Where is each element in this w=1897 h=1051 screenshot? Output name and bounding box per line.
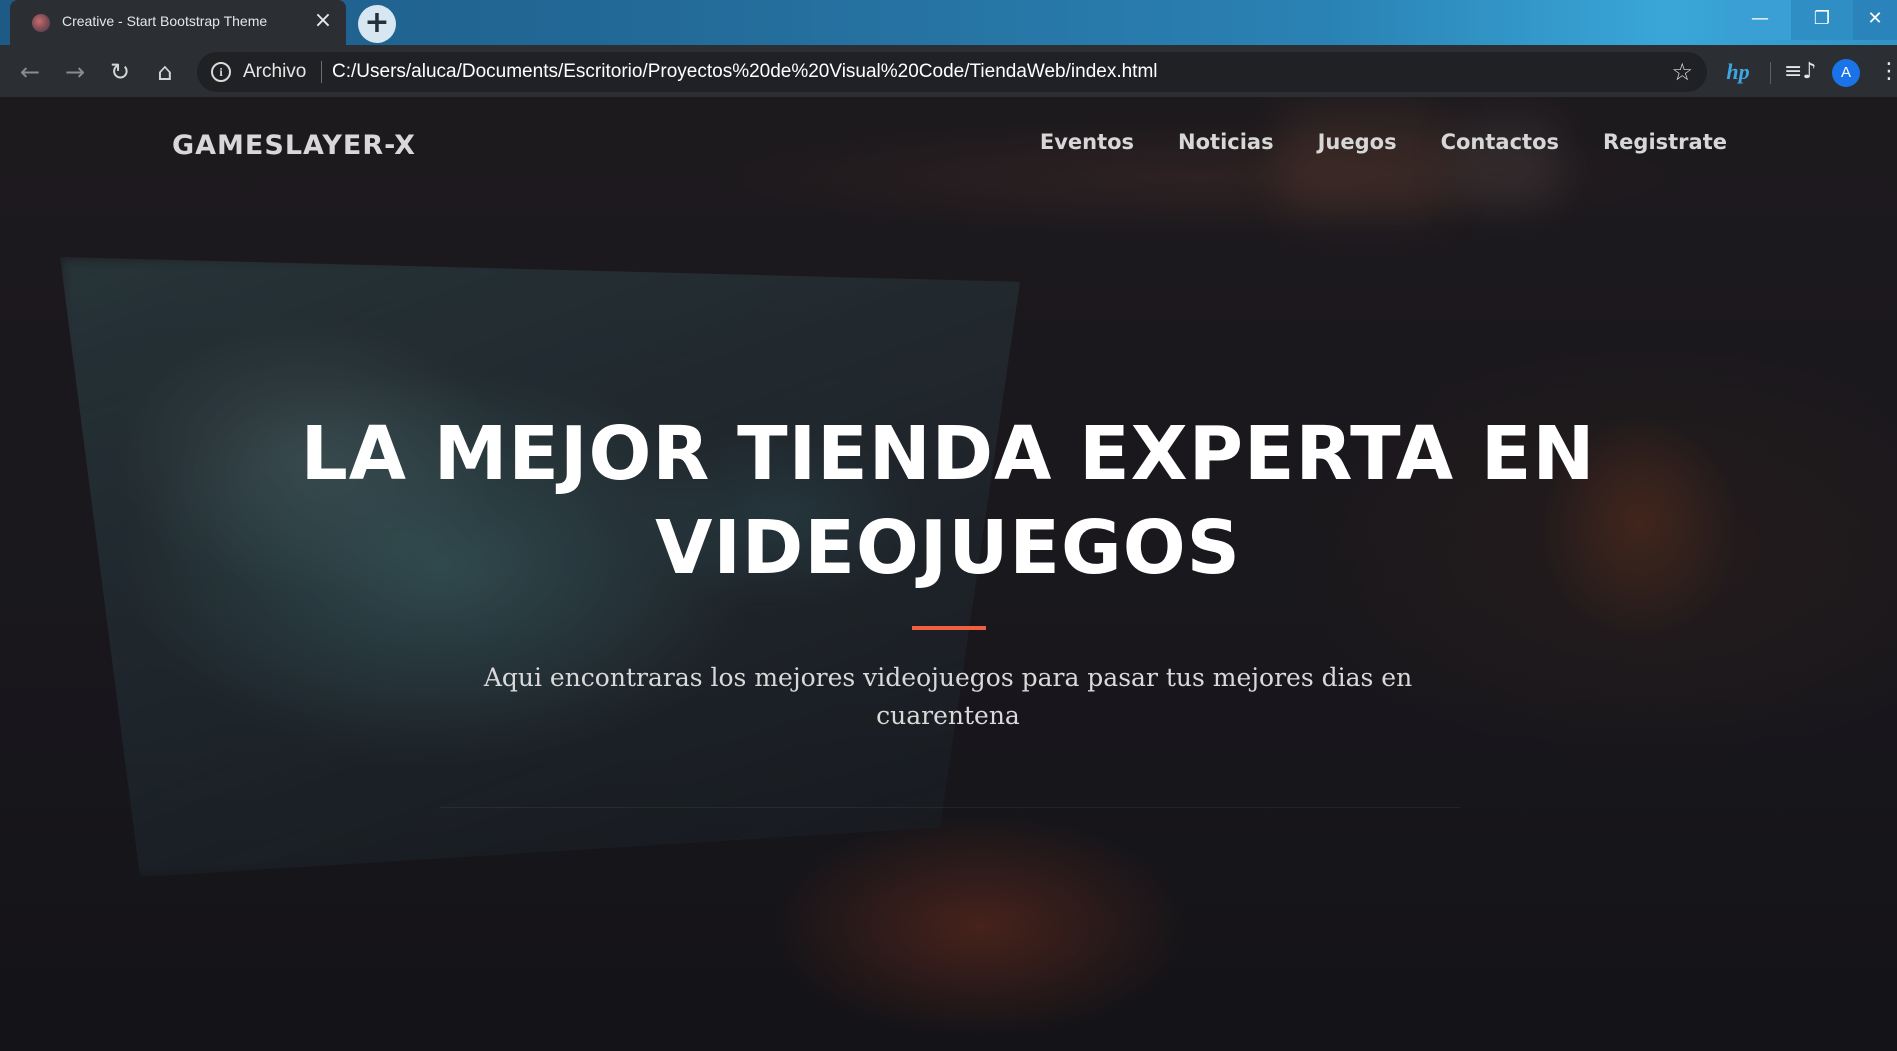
url-text[interactable]: C:/Users/aluca/Documents/Escritorio/Proy… <box>332 61 1158 83</box>
origin-label[interactable]: Archivo <box>243 61 306 83</box>
hero-title-line-2: VIDEOJUEGOS <box>655 505 1241 591</box>
more-vertical-icon[interactable]: ⋮ <box>1878 58 1897 86</box>
profile-avatar[interactable]: A <box>1832 59 1860 87</box>
toolbar-divider <box>1770 62 1771 84</box>
hero-faint-rule <box>440 807 1460 808</box>
home-icon: ⌂ <box>157 58 173 86</box>
minimize-icon: — <box>1751 8 1769 29</box>
hero-subtitle: Aqui encontraras los mejores videojuegos… <box>483 663 1413 730</box>
nav-link-eventos[interactable]: Eventos <box>1040 130 1134 154</box>
restore-icon: ❐ <box>1813 8 1831 29</box>
site-brand[interactable]: GAMESLAYER-X <box>172 130 416 161</box>
reload-button[interactable]: ↻ <box>104 56 136 88</box>
hero-title: LA MEJOR TIENDA EXPERTA EN VIDEOJUEGOS <box>248 407 1648 595</box>
hp-extension-icon[interactable]: hp <box>1722 58 1754 86</box>
bookmark-star-icon[interactable]: ☆ <box>1671 58 1693 86</box>
forward-arrow-icon: → <box>64 58 86 86</box>
reload-icon: ↻ <box>109 58 131 86</box>
site-favicon-icon <box>32 14 50 32</box>
profile-initial: A <box>1840 64 1851 81</box>
nav-link-registrate[interactable]: Registrate <box>1603 130 1727 154</box>
hero-title-line-1: LA MEJOR TIENDA EXPERTA EN <box>300 411 1596 497</box>
home-button[interactable]: ⌂ <box>149 56 181 88</box>
back-arrow-icon: ← <box>19 58 41 86</box>
close-icon: ✕ <box>1867 8 1883 29</box>
hp-extension-label: hp <box>1726 59 1750 84</box>
web-page: GAMESLAYER-X Eventos Noticias Juegos Con… <box>0 97 1897 1051</box>
hero-accent-divider <box>912 626 986 630</box>
new-tab-button[interactable]: + <box>358 5 396 43</box>
back-button[interactable]: ← <box>14 56 46 88</box>
nav-link-noticias[interactable]: Noticias <box>1178 130 1274 154</box>
site-navigation: Eventos Noticias Juegos Contactos Regist… <box>996 130 1727 154</box>
plus-icon: + <box>364 5 390 40</box>
address-bar[interactable]: i Archivo C:/Users/aluca/Documents/Escri… <box>197 52 1707 92</box>
browser-toolbar: ← → ↻ ⌂ i Archivo C:/Users/aluca/Documen… <box>0 45 1897 97</box>
forward-button[interactable]: → <box>59 56 91 88</box>
browser-tab[interactable]: Creative - Start Bootstrap Theme × <box>10 0 346 45</box>
omnibox-divider <box>321 61 322 83</box>
nav-link-contactos[interactable]: Contactos <box>1441 130 1559 154</box>
browser-titlebar: Creative - Start Bootstrap Theme × + — ❐… <box>0 0 1897 45</box>
nav-link-juegos[interactable]: Juegos <box>1318 130 1397 154</box>
window-minimize-button[interactable]: — <box>1729 0 1791 40</box>
tab-close-icon[interactable]: × <box>312 10 334 32</box>
site-info-icon[interactable]: i <box>211 62 231 82</box>
tab-title: Creative - Start Bootstrap Theme <box>62 13 268 29</box>
window-restore-button[interactable]: ❐ <box>1791 0 1853 40</box>
window-close-button[interactable]: ✕ <box>1853 0 1897 40</box>
media-control-icon[interactable]: ≡♪ <box>1784 58 1816 86</box>
